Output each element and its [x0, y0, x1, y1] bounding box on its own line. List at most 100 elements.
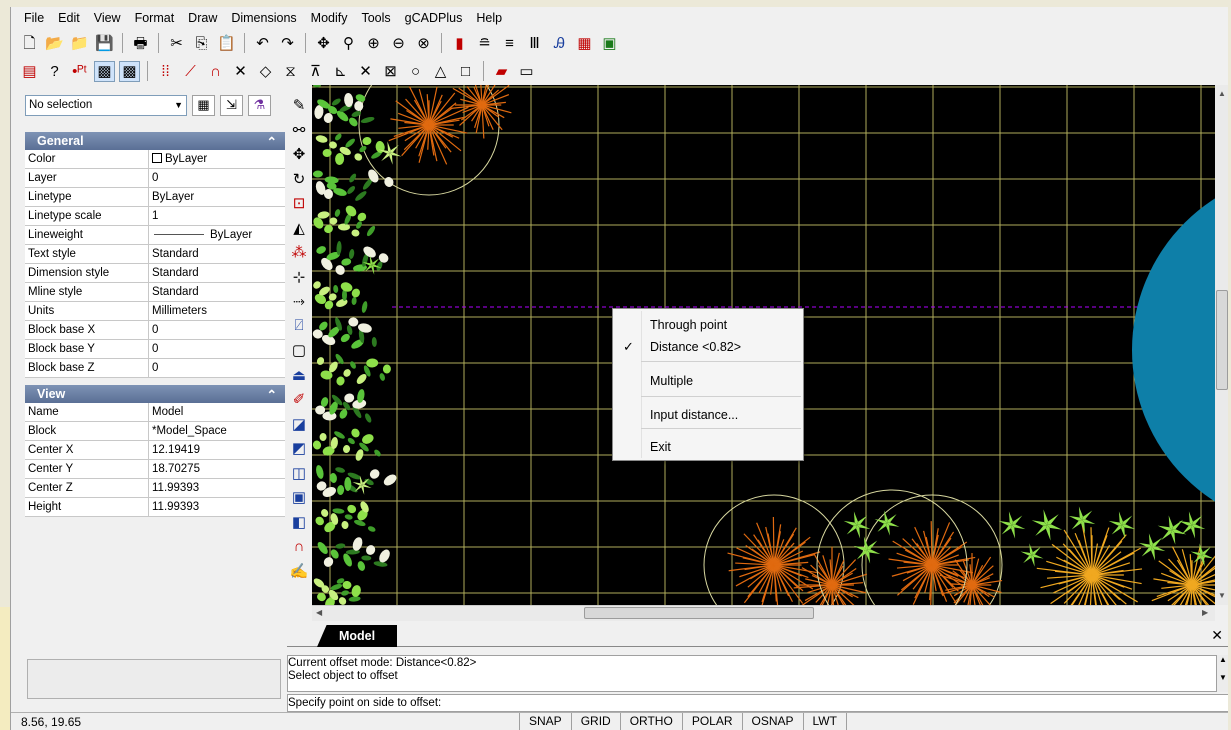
open-folder-icon[interactable]: 📂 [44, 33, 65, 54]
paste-icon[interactable]: 📋 [216, 33, 237, 54]
command-scrollbar[interactable]: ▲ ▼ [1217, 655, 1228, 692]
status-toggle-lwt[interactable]: LWT [802, 713, 847, 730]
quick-select-icon[interactable]: ⇲ [220, 94, 243, 116]
underline-icon[interactable]: ▭ [516, 61, 537, 82]
property-value[interactable]: 0 [149, 321, 285, 339]
property-row[interactable]: Block base X0 [25, 321, 285, 340]
vertical-scrollbar[interactable]: ▲ ▼ [1215, 85, 1228, 605]
status-toggle-osnap[interactable]: OSNAP [741, 713, 803, 730]
redo-icon[interactable]: ↷ [277, 33, 298, 54]
print-icon[interactable]: 🖶 [130, 33, 151, 54]
tab-model[interactable]: Model [317, 625, 397, 647]
select-all-icon[interactable]: ▦ [192, 94, 215, 116]
send-back-icon[interactable]: ◩ [288, 436, 310, 461]
property-row[interactable]: Linetype ByLayer [25, 188, 285, 207]
property-value[interactable]: Model [149, 403, 285, 421]
move-icon[interactable]: ✥ [288, 142, 310, 167]
scroll-down-icon[interactable]: ▼ [1217, 673, 1228, 682]
menu-help[interactable]: Help [469, 11, 509, 25]
menu-item-multiple[interactable]: Multiple [613, 370, 803, 392]
clear-snaps-icon[interactable]: ✕ [230, 61, 251, 82]
magnet-icon[interactable]: ∩ [205, 61, 226, 82]
status-toggle-grid[interactable]: GRID [570, 713, 620, 730]
menu-item-input-distance[interactable]: Input distance... [613, 404, 803, 426]
property-value[interactable]: *Model_Space [149, 422, 285, 440]
copy-object-icon[interactable]: ⚯ [288, 118, 310, 143]
property-row[interactable]: Color ByLayer [25, 150, 285, 169]
status-toggle-ortho[interactable]: ORTHO [619, 713, 682, 730]
help-icon[interactable]: ? [44, 61, 65, 82]
snap-grid-icon[interactable]: ⁞⁞ [155, 61, 176, 82]
horizontal-scrollbar[interactable]: ◀ ▶ [312, 605, 1215, 621]
menu-edit[interactable]: Edit [51, 11, 87, 25]
property-row[interactable]: Layer 0 [25, 169, 285, 188]
property-row[interactable]: Center Y 18.70275 [25, 460, 285, 479]
group-front-icon[interactable]: ◫ [288, 461, 310, 486]
property-row[interactable]: Lineweight ByLayer [25, 226, 285, 245]
new-file-icon[interactable]: 🗋 [19, 33, 40, 54]
layer-manager-icon[interactable]: ▤ [19, 61, 40, 82]
snap-quadrant-icon[interactable]: ○ [405, 61, 426, 82]
filter-icon[interactable]: ⚗ [248, 94, 271, 116]
property-row[interactable]: Center Z 11.99393 [25, 479, 285, 498]
pan-icon[interactable]: ✥ [313, 33, 334, 54]
scroll-up-icon[interactable]: ▲ [1217, 655, 1228, 664]
property-value[interactable]: Standard [149, 245, 285, 263]
snap-endpoint-icon[interactable]: ⟋ [180, 61, 201, 82]
offset-icon[interactable]: ⏏ [288, 363, 310, 388]
snap-tangent-icon[interactable]: △ [430, 61, 451, 82]
snap-center-icon[interactable]: ⊼ [305, 61, 326, 82]
linetype-icon[interactable]: ≡ [499, 33, 520, 54]
point-icon[interactable]: •ᴾᵗ [69, 61, 90, 82]
explode-icon[interactable]: ⁂ [288, 240, 310, 265]
property-value[interactable]: 11.99393 [149, 498, 285, 516]
property-row[interactable]: Name Model [25, 403, 285, 422]
insert-block-icon[interactable]: ◧ [288, 510, 310, 535]
scroll-right-icon[interactable]: ▶ [1202, 608, 1208, 617]
snap-perpendicular-icon[interactable]: ⊾ [330, 61, 351, 82]
lineweight-icon[interactable]: Ⅲ [524, 33, 545, 54]
undo-icon[interactable]: ↶ [252, 33, 273, 54]
menu-draw[interactable]: Draw [181, 11, 224, 25]
scroll-down-icon[interactable]: ▼ [1218, 591, 1226, 600]
draw-order-icon[interactable]: ▰ [491, 61, 512, 82]
trim-icon[interactable]: ⊹ [288, 265, 310, 290]
property-value[interactable]: 0 [149, 169, 285, 187]
horizontal-scroll-thumb[interactable] [584, 607, 814, 619]
property-value[interactable]: 11.99393 [149, 479, 285, 497]
image-manager-icon[interactable]: ▣ [599, 33, 620, 54]
property-row[interactable]: Block *Model_Space [25, 422, 285, 441]
zoom-realtime-icon[interactable]: ⚲ [338, 33, 359, 54]
color-icon[interactable]: ▮ [449, 33, 470, 54]
property-row[interactable]: Center X 12.19419 [25, 441, 285, 460]
open-template-icon[interactable]: 📁 [69, 33, 90, 54]
menu-item-exit[interactable]: Exit [613, 436, 803, 458]
scroll-left-icon[interactable]: ◀ [316, 608, 322, 617]
hatch-icon[interactable]: ✍ [288, 559, 310, 584]
erase-icon[interactable]: ✎ [288, 93, 310, 118]
grid-toggle-icon[interactable]: ▩ [119, 60, 140, 82]
snap-intersection-icon[interactable]: ✕ [355, 61, 376, 82]
status-toggle-snap[interactable]: SNAP [519, 713, 571, 730]
cut-icon[interactable]: ✂ [166, 33, 187, 54]
extend-icon[interactable]: ⤑ [288, 289, 310, 314]
general-header[interactable]: General ⌃ [25, 132, 285, 150]
property-row[interactable]: Linetype scale 1 [25, 207, 285, 226]
collapse-icon[interactable]: ⌃ [267, 134, 277, 149]
menu-dimensions[interactable]: Dimensions [224, 11, 303, 25]
scale-icon[interactable]: ⊡ [288, 191, 310, 216]
snap-node-icon[interactable]: □ [455, 61, 476, 82]
view-header[interactable]: View ⌃ [25, 385, 285, 403]
property-value[interactable]: ByLayer [149, 150, 285, 168]
property-row[interactable]: Dimension style Standard [25, 264, 285, 283]
property-row[interactable]: Mline style Standard [25, 283, 285, 302]
property-row[interactable]: Height 11.99393 [25, 498, 285, 517]
magnet-snap-icon[interactable]: ∩ [288, 534, 310, 559]
property-value[interactable]: ByLayer [149, 188, 285, 206]
vertical-scroll-thumb[interactable] [1216, 290, 1228, 390]
group-back-icon[interactable]: ▣ [288, 485, 310, 510]
menu-file[interactable]: File [17, 11, 51, 25]
property-value[interactable]: Standard [149, 264, 285, 282]
menu-item-distance[interactable]: ✓ Distance <0.82> [613, 336, 803, 358]
collapse-icon[interactable]: ⌃ [267, 387, 277, 402]
